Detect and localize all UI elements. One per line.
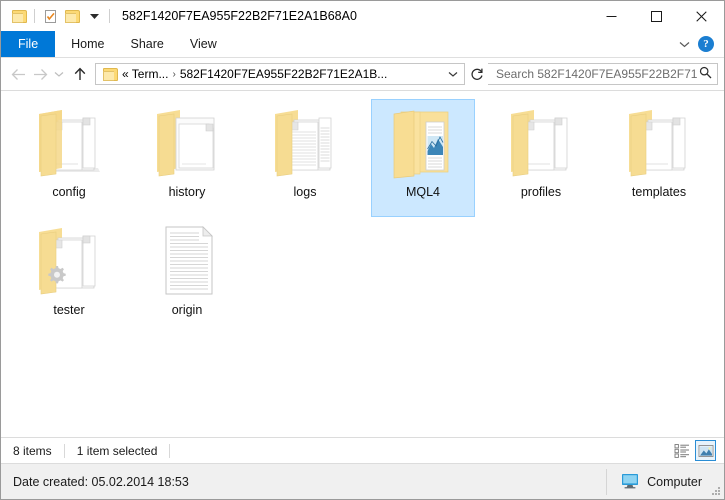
help-icon[interactable]: ? [698,36,714,52]
list-item-label: templates [631,185,687,199]
list-item[interactable]: templates [607,99,711,217]
search-icon[interactable] [698,66,712,82]
view-toggle-group [671,440,716,461]
search-placeholder: Search 582F1420F7EA955F22B2F71E2... [496,67,698,81]
list-item-label: MQL4 [405,185,441,199]
folder-gear-icon [28,224,110,298]
close-button[interactable] [679,1,724,31]
list-item-label: origin [171,303,203,317]
folder-docs-icon [28,106,110,180]
list-item[interactable]: config [17,99,121,217]
window-controls [589,1,724,31]
details-pane-right: Computer [606,464,724,500]
ribbon-tab-bar: File Home Share View ? [1,31,724,58]
list-item[interactable]: origin [135,217,239,335]
qat-divider [34,9,35,23]
breadcrumb: « Term... › 582F1420F7EA955F22B2F71E2A1B… [122,67,444,81]
tab-home[interactable]: Home [58,31,117,57]
address-bar[interactable]: « Term... › 582F1420F7EA955F22B2F71E2A1B… [95,63,465,85]
breadcrumb-item-parent[interactable]: « Term... [122,67,168,81]
folder-icon [103,67,118,81]
chevron-down-icon[interactable] [83,5,105,27]
resize-grip[interactable] [711,486,721,496]
qat-divider-2 [109,9,110,23]
folder-icon[interactable] [8,5,30,27]
details-pane: Date created: 05.02.2014 18:53 Computer [1,463,724,499]
status-bar: 8 items 1 item selected [1,437,724,463]
status-divider [63,443,65,458]
explorer-window: 582F1420F7EA955F22B2F71E2A1B68A0 File Ho… [0,0,725,500]
list-item[interactable]: profiles [489,99,593,217]
forward-button[interactable] [29,62,51,86]
list-item[interactable]: history [135,99,239,217]
location-item: Computer [621,473,724,492]
refresh-button[interactable] [466,62,488,86]
details-view-button[interactable] [671,440,692,461]
list-item[interactable]: MQL4 [371,99,475,217]
item-count: 8 items [13,443,52,458]
large-icons-view-button[interactable] [695,440,716,461]
tab-file[interactable]: File [1,31,56,57]
status-divider-2 [169,443,171,458]
list-item-label: logs [293,185,317,199]
maximize-button[interactable] [634,1,679,31]
folder-docs-icon [500,106,582,180]
folder-docs-icon [618,106,700,180]
list-item[interactable]: tester [17,217,121,335]
folder-icon[interactable] [61,5,83,27]
date-created-label: Date created: 05.02.2014 18:53 [13,474,189,489]
window-title: 582F1420F7EA955F22B2F71E2A1B68A0 [122,9,357,23]
up-button[interactable] [69,62,91,86]
minimize-button[interactable] [589,1,634,31]
tab-share[interactable]: Share [118,31,177,57]
folder-lined-icon [264,106,346,180]
search-input[interactable]: Search 582F1420F7EA955F22B2F71E2... [488,63,718,85]
navigation-bar: « Term... › 582F1420F7EA955F22B2F71E2A1B… [1,58,724,90]
folder-page-icon [146,106,228,180]
back-button[interactable] [7,62,29,86]
details-divider [606,469,608,495]
computer-icon [621,473,640,492]
breadcrumb-item-current[interactable]: 582F1420F7EA955F22B2F71E2A1B... [180,67,387,81]
list-item-label: config [52,185,86,199]
status-badge: 1 item selected [76,443,158,458]
file-list-area[interactable]: config history logs MQL4 profiles templa… [1,90,724,437]
quick-access-toolbar: 582F1420F7EA955F22B2F71E2A1B68A0 [1,1,357,31]
ribbon-right-controls: ? [674,31,720,57]
location-label: Computer [647,475,702,489]
text-file-icon [146,224,228,298]
list-item-label: profiles [520,185,562,199]
folder-chart-icon [382,106,464,180]
list-item[interactable]: logs [253,99,357,217]
tab-view[interactable]: View [177,31,230,57]
checklist-icon[interactable] [39,5,61,27]
list-item-label: history [168,185,206,199]
title-bar: 582F1420F7EA955F22B2F71E2A1B68A0 [1,1,724,31]
recent-locations-icon[interactable] [51,62,67,86]
breadcrumb-separator: › [172,68,176,80]
icon-grid: config history logs MQL4 profiles templa… [1,91,724,335]
address-dropdown-icon[interactable] [444,71,462,78]
expand-ribbon-icon[interactable] [674,32,694,56]
list-item-label: tester [53,303,85,317]
